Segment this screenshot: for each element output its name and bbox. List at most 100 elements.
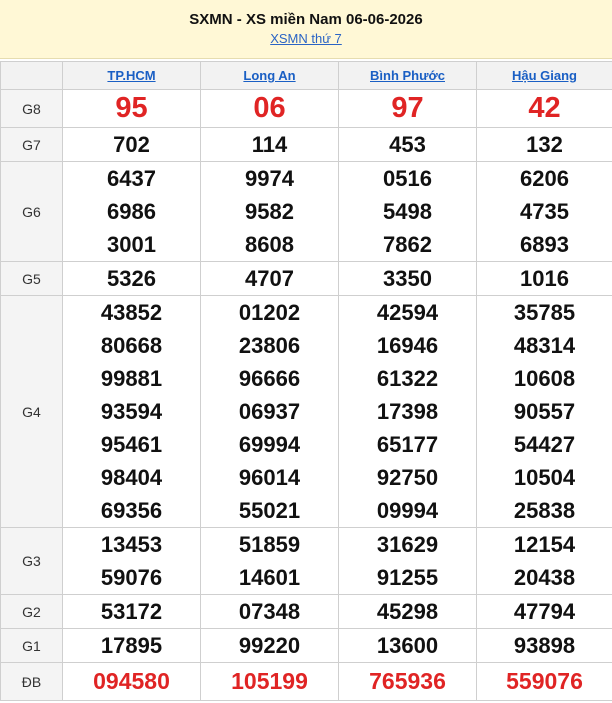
- xsmn-weekday-link[interactable]: XSMN thứ 7: [0, 31, 612, 46]
- prize-number: 53172: [100, 599, 163, 624]
- prize-cell: 094580: [62, 662, 201, 701]
- prize-row-2: G6 6437 6986 3001 9974 9582 8608 0516 5498 7862 62…: [0, 161, 612, 262]
- province-header: Hậu Giang: [476, 61, 612, 90]
- prize-number: 1016: [520, 266, 569, 291]
- prize-cell: 01202 23806 96666 06937 69994 96014 55021: [200, 295, 339, 528]
- prize-cell: 42: [476, 89, 612, 128]
- prize-number: 92750: [376, 465, 439, 490]
- prize-number: 42594: [376, 300, 439, 325]
- prize-cell: 132: [476, 127, 612, 162]
- prize-number: 93898: [513, 633, 576, 658]
- prize-number: 91255: [376, 565, 439, 590]
- results-header: SXMN - XS miền Nam 06-06-2026 XSMN thứ 7: [0, 0, 612, 59]
- prize-number: 765936: [369, 668, 446, 694]
- prize-number: 10504: [513, 465, 576, 490]
- prize-cell: 07348: [200, 594, 339, 629]
- province-link-hau-giang[interactable]: Hậu Giang: [512, 68, 577, 83]
- prize-number: 4735: [520, 199, 569, 224]
- prize-number: 4707: [245, 266, 294, 291]
- prize-number: 95461: [100, 432, 163, 457]
- prize-number: 59076: [100, 565, 163, 590]
- prize-cell: 97: [338, 89, 477, 128]
- province-link-tphcm[interactable]: TP.HCM: [107, 68, 155, 83]
- prize-number: 094580: [93, 668, 170, 694]
- province-link-long-an[interactable]: Long An: [243, 68, 295, 83]
- prize-cell: 3350: [338, 261, 477, 296]
- prize-cell: 35785 48314 10608 90557 54427 10504 25838: [476, 295, 612, 528]
- prize-number: 3350: [383, 266, 432, 291]
- prize-cell: 9974 9582 8608: [200, 161, 339, 262]
- prize-cell: 95: [62, 89, 201, 128]
- prize-number: 5498: [383, 199, 432, 224]
- prize-row-7: G1 17895 99220 13600 93898: [0, 628, 612, 663]
- prize-cell: 453: [338, 127, 477, 162]
- prize-number: 93594: [100, 399, 163, 424]
- prize-number: 07348: [238, 599, 301, 624]
- prize-cell: 93898: [476, 628, 612, 663]
- prize-number: 69994: [238, 432, 301, 457]
- prize-cell: 6437 6986 3001: [62, 161, 201, 262]
- prize-number: 69356: [100, 498, 163, 523]
- prize-number: 97: [391, 92, 424, 124]
- prize-label: G5: [0, 261, 63, 296]
- prize-number: 14601: [238, 565, 301, 590]
- prize-row-0: G8 95 06 97 42: [0, 89, 612, 128]
- prize-number: 10608: [513, 366, 576, 391]
- prize-number: 9974: [245, 166, 294, 191]
- prize-cell: 105199: [200, 662, 339, 701]
- prize-number: 23806: [238, 333, 301, 358]
- prize-cell: 114: [200, 127, 339, 162]
- prize-number: 13600: [376, 633, 439, 658]
- prize-number: 43852: [100, 300, 163, 325]
- corner-cell: [0, 61, 63, 90]
- prize-number: 09994: [376, 498, 439, 523]
- province-header: Bình Phước: [338, 61, 477, 90]
- prize-label: G1: [0, 628, 63, 663]
- province-link-binh-phuoc[interactable]: Bình Phước: [370, 68, 445, 83]
- prize-number: 99881: [100, 366, 163, 391]
- prize-row-6: G2 53172 07348 45298 47794: [0, 594, 612, 629]
- prize-label: G2: [0, 594, 63, 629]
- prize-cell: 06: [200, 89, 339, 128]
- prize-cell: 53172: [62, 594, 201, 629]
- prize-number: 55021: [238, 498, 301, 523]
- prize-number: 559076: [506, 668, 583, 694]
- prize-label: G3: [0, 527, 63, 595]
- prize-number: 5326: [107, 266, 156, 291]
- prize-cell: 5326: [62, 261, 201, 296]
- prize-cell: 47794: [476, 594, 612, 629]
- prize-number: 132: [526, 132, 563, 157]
- prize-number: 54427: [513, 432, 576, 457]
- prize-cell: 17895: [62, 628, 201, 663]
- lottery-results-table: TP.HCM Long An Bình Phước Hậu Giang G8 95…: [0, 61, 612, 701]
- prize-cell: 0516 5498 7862: [338, 161, 477, 262]
- prize-number: 80668: [100, 333, 163, 358]
- prize-cell: 559076: [476, 662, 612, 701]
- prize-number: 6893: [520, 232, 569, 257]
- prize-cell: 4707: [200, 261, 339, 296]
- prize-label: G6: [0, 161, 63, 262]
- prize-cell: 12154 20438: [476, 527, 612, 595]
- prize-number: 90557: [513, 399, 576, 424]
- prize-number: 61322: [376, 366, 439, 391]
- prize-number: 17398: [376, 399, 439, 424]
- prize-number: 13453: [100, 532, 163, 557]
- prize-number: 16946: [376, 333, 439, 358]
- province-header: TP.HCM: [62, 61, 201, 90]
- prize-number: 8608: [245, 232, 294, 257]
- prize-number: 17895: [100, 633, 163, 658]
- prize-label: G7: [0, 127, 63, 162]
- prize-number: 9582: [245, 199, 294, 224]
- prize-number: 96666: [238, 366, 301, 391]
- prize-cell: 702: [62, 127, 201, 162]
- prize-cell: 99220: [200, 628, 339, 663]
- page-title: SXMN - XS miền Nam 06-06-2026: [189, 11, 423, 28]
- prize-number: 48314: [513, 333, 576, 358]
- prize-number: 47794: [513, 599, 576, 624]
- prize-row-3: G5 5326 4707 3350 1016: [0, 261, 612, 296]
- prize-number: 31629: [376, 532, 439, 557]
- prize-number: 06: [253, 92, 286, 124]
- prize-label: ĐB: [0, 662, 63, 701]
- prize-label: G4: [0, 295, 63, 528]
- prize-cell: 45298: [338, 594, 477, 629]
